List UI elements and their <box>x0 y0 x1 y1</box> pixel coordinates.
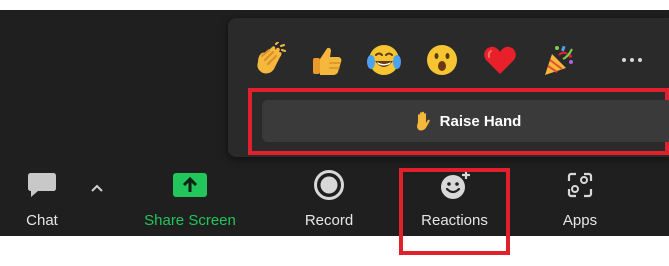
more-ellipsis-icon[interactable] <box>612 40 652 80</box>
dot <box>638 58 642 62</box>
reactions-highlight <box>399 168 510 255</box>
record-icon <box>284 170 374 200</box>
meeting-toolbar: Chat Share Screen Record Reactions Apps <box>0 163 669 236</box>
dot <box>630 58 634 62</box>
surprised-face-icon[interactable] <box>418 40 466 80</box>
share-screen-button[interactable]: Share Screen <box>125 163 255 236</box>
emoji-reactions-row <box>228 18 669 98</box>
tears-of-joy-icon[interactable] <box>360 40 408 80</box>
apps-label: Apps <box>562 212 598 229</box>
thumbs-up-icon[interactable] <box>302 40 350 80</box>
party-popper-icon[interactable] <box>534 40 582 80</box>
record-button[interactable]: Record <box>284 163 374 236</box>
chevron-up-icon[interactable] <box>86 177 108 199</box>
dot <box>622 58 626 62</box>
raise-hand-button[interactable]: Raise Hand <box>262 100 669 142</box>
share-screen-icon <box>125 171 255 199</box>
chat-bubble-icon <box>0 171 84 199</box>
chat-button[interactable]: Chat <box>0 163 84 236</box>
raised-hand-icon <box>414 111 432 131</box>
clapping-hands-icon[interactable] <box>244 40 292 80</box>
apps-icon <box>540 171 620 199</box>
chat-label: Chat <box>26 212 58 229</box>
share-screen-label: Share Screen <box>144 212 236 229</box>
red-heart-icon[interactable] <box>476 40 524 80</box>
screenshot: Raise Hand Chat Share Screen Record Reac… <box>0 0 669 266</box>
record-label: Record <box>304 212 354 229</box>
raise-hand-highlight: Raise Hand <box>248 88 669 155</box>
raise-hand-label: Raise Hand <box>439 112 522 130</box>
apps-button[interactable]: Apps <box>540 163 620 236</box>
